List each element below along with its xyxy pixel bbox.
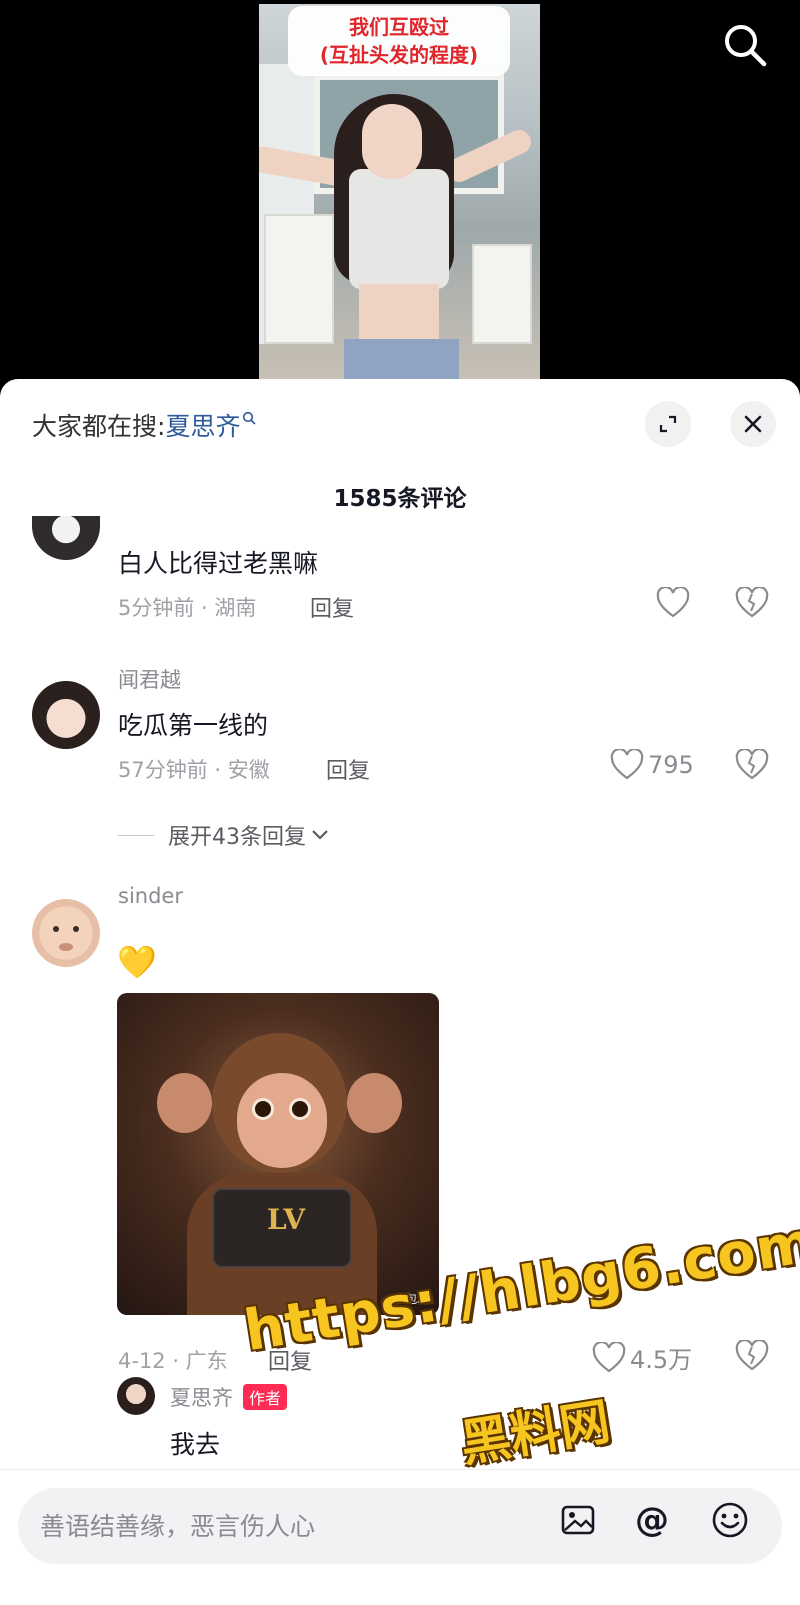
broken-heart-icon <box>735 747 769 780</box>
like-button[interactable]: 4.5万 <box>592 1340 692 1375</box>
expand-button[interactable] <box>645 401 691 447</box>
comment-meta: 5分钟前 · 湖南 <box>118 596 257 620</box>
monkey-face <box>237 1073 327 1168</box>
comment-sheet: 大家都在搜: 夏思齐 1585条评论 白人比得过老黑嘛 5分钟前 · 湖南 回复 <box>0 379 800 1605</box>
hot-search-prefix: 大家都在搜: <box>32 412 166 441</box>
broken-heart-icon <box>735 585 769 618</box>
hot-search[interactable]: 大家都在搜: 夏思齐 <box>32 407 257 443</box>
mention-icon[interactable]: @ <box>632 1500 672 1540</box>
comment-meta: 57分钟前 · 安徽 <box>118 758 270 782</box>
person-waist <box>359 284 439 344</box>
monkey-ear <box>157 1073 212 1133</box>
monkey-ear <box>347 1073 402 1133</box>
person-top <box>349 169 449 289</box>
expand-icon <box>659 415 677 433</box>
broken-heart-icon <box>735 1338 769 1371</box>
video-caption-line: 我们互殴过 <box>349 15 449 39</box>
reply-username-text: 夏思齐 <box>170 1386 233 1410</box>
avatar[interactable] <box>117 1377 155 1415</box>
reply-button[interactable]: 回复 <box>326 753 370 785</box>
search-icon <box>242 411 257 429</box>
divider <box>118 834 154 836</box>
video-preview[interactable]: 我们互殴过 (互扯头发的程度) <box>0 0 800 400</box>
image-icon[interactable] <box>558 1500 598 1540</box>
reply-username[interactable]: 夏思齐 作者 <box>170 1382 288 1412</box>
monkey-eye <box>289 1098 311 1120</box>
comment-image[interactable]: LV 豆包AI <box>117 993 439 1315</box>
heart-icon <box>610 749 644 780</box>
like-button[interactable] <box>656 587 694 619</box>
comment-input[interactable] <box>40 1511 510 1541</box>
emoji-icon[interactable] <box>710 1500 750 1540</box>
comment-text: 💛 <box>117 943 157 981</box>
like-count: 795 <box>648 751 694 779</box>
heart-icon <box>592 1341 626 1372</box>
close-icon <box>744 415 762 433</box>
hot-search-term[interactable]: 夏思齐 <box>165 407 240 443</box>
video-thumbnail[interactable]: 我们互殴过 (互扯头发的程度) <box>259 4 540 380</box>
comment-text: 吃瓜第一线的 <box>118 711 269 740</box>
dislike-button[interactable] <box>735 1338 769 1376</box>
avatar[interactable] <box>32 516 100 560</box>
person-face <box>362 104 422 179</box>
avatar[interactable] <box>32 681 100 749</box>
avatar[interactable] <box>32 899 100 967</box>
video-caption: 我们互殴过 (互扯头发的程度) <box>288 6 510 76</box>
video-caption-line: (互扯头发的程度) <box>319 43 479 67</box>
dislike-button[interactable] <box>735 747 769 785</box>
reply-text: 我去 <box>170 1430 221 1459</box>
scene-cabinet <box>472 244 532 344</box>
comment-username[interactable]: 闻君越 <box>118 664 181 694</box>
comment-text: 白人比得过老黑嘛 <box>118 549 319 578</box>
comment-username[interactable]: sinder <box>118 884 183 908</box>
dislike-button[interactable] <box>735 585 769 623</box>
comment-input-bar: @ <box>0 1469 800 1605</box>
person-jeans <box>344 339 459 380</box>
scene-cabinet <box>264 214 334 344</box>
close-button[interactable] <box>730 401 776 447</box>
comment-count: 1585条评论 <box>333 486 467 512</box>
heart-icon <box>656 587 690 618</box>
search-icon[interactable] <box>722 22 768 68</box>
bag-logo: LV <box>267 1203 306 1236</box>
monkey-eye <box>252 1098 274 1120</box>
like-button[interactable]: 795 <box>610 749 694 781</box>
like-count: 4.5万 <box>630 1346 693 1374</box>
expand-replies-button[interactable]: 展开43条回复 <box>118 819 330 851</box>
reply-button[interactable]: 回复 <box>310 591 354 623</box>
expand-replies-label: 展开43条回复 <box>168 825 306 850</box>
comment-meta: 4-12 · 广东 <box>118 1349 228 1373</box>
author-badge: 作者 <box>243 1384 288 1410</box>
chevron-down-icon <box>312 830 328 840</box>
